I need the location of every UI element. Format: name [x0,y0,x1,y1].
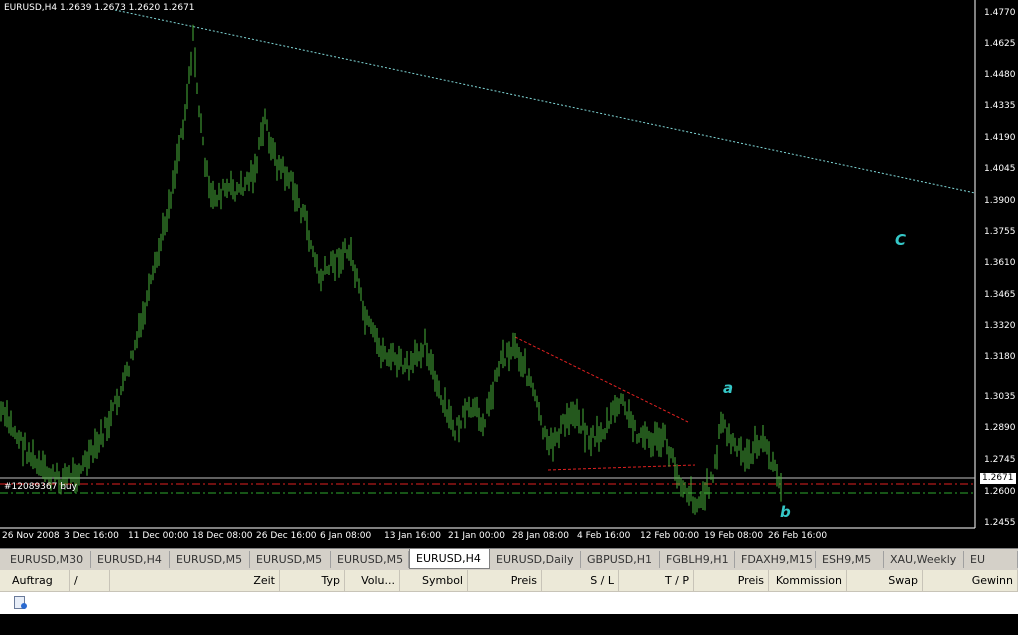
chart-tab[interactable]: XAU,Weekly [884,551,964,568]
terminal-panel: Auftrag / Zeit Typ Volu... Symbol Preis … [0,570,1018,631]
time-axis-label: 28 Jan 08:00 [512,531,569,541]
header-symbol[interactable]: Symbol [400,570,468,592]
row-symbol: eurusd [426,618,464,631]
header-profit[interactable]: Gewinn [923,570,1018,592]
triangle-upper-line [514,336,689,423]
price-axis-label: 1.4045 [984,164,1016,174]
price-axis-label: 1.3035 [984,392,1016,402]
chart-tab[interactable]: FDAXH9,M15 [735,551,816,568]
row-tp: 0.0000 [651,618,691,631]
price-axis-label: 1.3610 [984,258,1016,268]
price-axis-label: 1.3900 [984,196,1016,206]
header-time[interactable]: Zeit [110,570,280,592]
price-axis-label: 1.2600 [984,487,1016,497]
price-axis-label: 1.4335 [984,101,1016,111]
time-axis-label: 11 Dec 00:00 [128,531,189,541]
price-axis-label: 1.2455 [984,518,1016,528]
chart-tab[interactable]: EURUSD,M5 [170,551,250,568]
header-sl[interactable]: S / L [542,570,619,592]
price-bars [0,24,782,515]
price-axis-label: 1.4770 [984,8,1016,18]
header-price[interactable]: Preis [468,570,542,592]
row-type: buy [320,618,341,631]
row-price: 1.2608 [499,618,539,631]
price-axis-label: 1.3180 [984,352,1016,362]
time-axis-label: 18 Dec 08:00 [192,531,253,541]
chart-tab[interactable]: EURUSD,Daily [490,551,581,568]
row-order: 12089367 [36,618,92,631]
chart-tab[interactable]: EURUSD,M5 [331,551,409,568]
chart-tab[interactable]: EURUSD,H4 [409,549,490,569]
trendline-upper [114,9,976,194]
current-price-label: 1.2671 [980,473,1016,484]
chart-tab[interactable]: GBPUSD,H1 [581,551,660,568]
time-axis-label: 3 Dec 16:00 [64,531,119,541]
wave-label-b: b [780,503,791,521]
time-axis-label: 26 Dec 16:00 [256,531,317,541]
time-axis-label: 6 Jan 08:00 [320,531,372,541]
price-axis-label: 1.4480 [984,70,1016,80]
price-axis-label: 1.3320 [984,321,1016,331]
time-axis-label: 26 Nov 2008 [2,531,60,541]
time-axis-label: 21 Jan 00:00 [448,531,505,541]
wave-label-c: C [895,231,907,249]
triangle-lower-line [547,464,696,471]
header-type[interactable]: Typ [280,570,345,592]
wave-label-a: a [723,379,734,397]
time-axis-label: 26 Feb 16:00 [768,531,828,541]
chart-title: EURUSD,H4 1.2639 1.2673 1.2620 1.2671 [4,3,195,13]
row-commission: 0.00 [818,618,844,631]
chart-tab-bar: EURUSD,M30 EURUSD,H4 EURUSD,M5 EURUSD,M5 EUR… [0,548,1018,570]
header-commission[interactable]: Kommission [769,570,847,592]
header-volume[interactable]: Volu... [345,570,400,592]
time-axis-label: 13 Jan 16:00 [384,531,441,541]
header-sort[interactable]: / [70,570,110,592]
chart-tab[interactable]: ESH9,M5 [816,551,884,568]
chart-tab[interactable]: FGBLH9,H1 [660,551,735,568]
price-chart[interactable] [0,0,1018,548]
header-cur-price[interactable]: Preis [694,570,769,592]
price-axis-label: 1.4625 [984,39,1016,49]
header-swap[interactable]: Swap [847,570,923,592]
price-axis-label: 1.2745 [984,455,1016,465]
header-tp[interactable]: T / P [619,570,694,592]
time-axis-label: 12 Feb 00:00 [640,531,700,541]
chart-area[interactable]: EURUSD,H4 1.2639 1.2673 1.2620 1.2671 1.… [0,0,1018,548]
chart-tab[interactable]: EURUSD,H4 [91,551,170,568]
price-axis-label: 1.2890 [984,423,1016,433]
order-tag[interactable]: #12089367 buy [4,482,77,492]
chart-tab[interactable]: EU [964,551,1018,568]
row-swap: 0.00 [894,618,920,631]
chart-tab[interactable]: EURUSD,M30 [4,551,91,568]
row-time: 2009.02.27 14:59 [177,618,276,631]
chart-tab[interactable]: EURUSD,M5 [250,551,331,568]
order-row[interactable]: 12089367 2009.02.27 14:59 buy 10.00 euru… [0,592,1018,631]
order-icon-dot [21,603,27,609]
row-sl: 1.2644 [576,618,616,631]
row-volume: 10.00 [364,618,397,631]
time-axis-label: 19 Feb 08:00 [704,531,764,541]
price-axis-label: 1.3755 [984,227,1016,237]
row-profit: 6 300.00 [965,618,1014,631]
time-axis-label: 4 Feb 16:00 [577,531,631,541]
row-cur-price: 1.2671 [726,618,766,631]
price-axis-label: 1.3465 [984,290,1016,300]
price-axis-label: 1.4190 [984,133,1016,143]
